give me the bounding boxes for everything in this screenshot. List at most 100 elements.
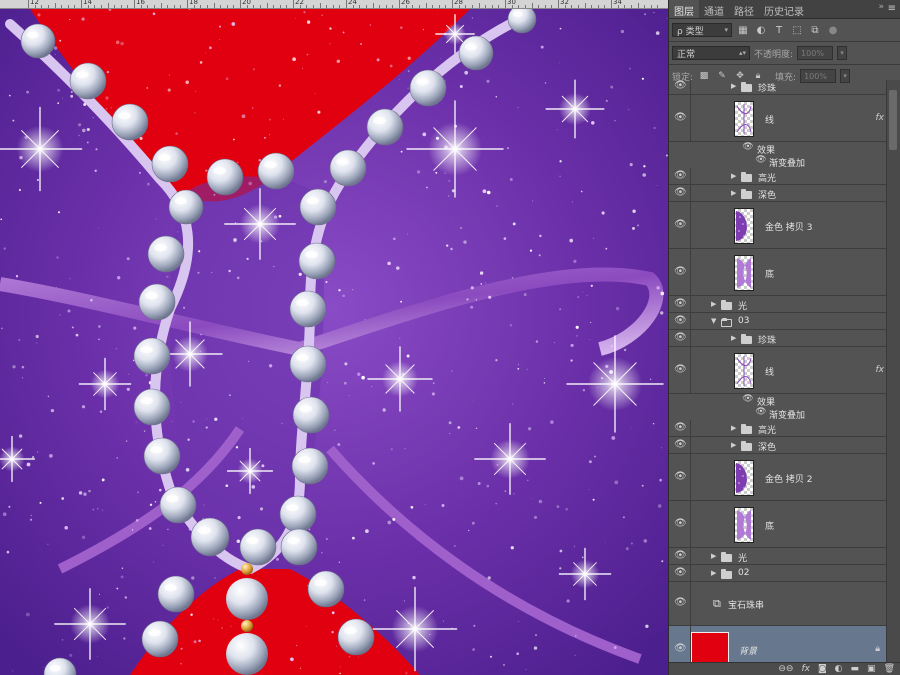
layer-row[interactable]: 👁︎ ▶ 高光 <box>669 420 888 437</box>
eye-icon[interactable]: 👁︎ <box>674 643 687 654</box>
link-icon[interactable]: ⊖⊖ <box>778 664 793 674</box>
collapsed-triangle-icon[interactable]: ▶ <box>731 441 736 449</box>
double-chevron-icon[interactable]: » <box>878 2 884 12</box>
filter-toggle-icon[interactable]: ● <box>826 25 840 36</box>
eye-icon[interactable]: 👁︎ <box>674 597 687 608</box>
layer-row[interactable]: 👁︎ ▶ 高光 <box>669 168 888 185</box>
expanded-triangle-icon[interactable]: ▼ <box>711 317 716 325</box>
layer-row[interactable]: 👁︎ ▶ 珍珠 <box>669 80 888 95</box>
collapsed-triangle-icon[interactable]: ▶ <box>711 569 716 577</box>
layer-row[interactable]: 👁︎ fx 线 <box>669 95 888 142</box>
scrollbar-thumb[interactable] <box>889 90 897 150</box>
collapsed-triangle-icon[interactable]: ▶ <box>731 172 736 180</box>
eye-icon[interactable]: 👁︎ <box>674 187 687 198</box>
fx-icon[interactable]: fx <box>801 664 810 674</box>
tab-layers[interactable]: 图层 <box>669 0 699 18</box>
collapsed-triangle-icon[interactable]: ▶ <box>711 300 716 308</box>
eye-icon[interactable]: 👁︎ <box>674 567 687 578</box>
sparkle-dot <box>182 306 186 309</box>
layer-row[interactable]: 👁︎ ▶ 深色 <box>669 437 888 454</box>
layer-row[interactable]: 👁︎ 底 <box>669 249 888 296</box>
sparkle-dot <box>81 535 86 540</box>
layer-row[interactable]: 👁︎ 底 <box>669 501 888 548</box>
layer-row[interactable]: 👁︎ ▶ 珍珠 <box>669 330 888 347</box>
pearl-highlight <box>373 117 386 125</box>
layer-row[interactable]: 👁︎ 渐变叠加 <box>669 407 888 421</box>
layer-row[interactable]: 👁︎ ⧉ 宝石珠串 <box>669 582 888 626</box>
sparkle-dot <box>543 382 546 384</box>
trash-icon[interactable]: 🗑︎ <box>884 664 895 674</box>
layer-row[interactable]: 👁︎ fx 线 <box>669 347 888 394</box>
sparkle-dot <box>110 107 112 109</box>
fx-icon[interactable]: fx <box>876 113 885 123</box>
shape-filter-icon[interactable]: ⬚ <box>790 25 804 36</box>
adjustment-filter-icon[interactable]: ◐ <box>754 25 768 36</box>
collapsed-triangle-icon[interactable]: ▶ <box>731 334 736 342</box>
layer-row[interactable]: 👁︎ 效果 <box>669 142 888 156</box>
layer-row[interactable]: 👁︎ 金色 拷贝 3 <box>669 202 888 249</box>
layer-thumbnail[interactable] <box>734 506 754 543</box>
sparkle-dot <box>120 575 124 579</box>
collapsed-triangle-icon[interactable]: ▶ <box>731 189 736 197</box>
new-layer-icon[interactable]: ▣ <box>867 664 876 674</box>
fx-icon[interactable]: fx <box>876 365 885 375</box>
layer-row[interactable]: 👁︎ ▼ 03 <box>669 313 888 330</box>
eye-icon[interactable]: 👁︎ <box>674 422 687 433</box>
tab-channels[interactable]: 通道 <box>699 0 729 18</box>
image-filter-icon[interactable]: ▦ <box>736 25 750 36</box>
eye-icon[interactable]: 👁︎ <box>674 518 687 529</box>
layer-row[interactable]: 👁︎ ▶ 02 <box>669 565 888 582</box>
opacity-slider-toggle[interactable]: ▾ <box>837 46 848 60</box>
collapsed-triangle-icon[interactable]: ▶ <box>711 552 716 560</box>
eye-icon[interactable]: 👁︎ <box>674 439 687 450</box>
panel-menu-icon[interactable]: ≡ <box>888 3 896 14</box>
layer-thumbnail[interactable] <box>734 459 754 496</box>
layer-row[interactable]: 👁︎ ▶ 深色 <box>669 185 888 202</box>
sparkle-dot <box>26 462 31 467</box>
adjustment-icon[interactable]: ◐ <box>835 664 843 674</box>
new-group-icon[interactable]: ▬ <box>851 664 860 674</box>
layer-thumbnail[interactable] <box>734 100 754 137</box>
layer-row[interactable]: 👁︎ ▶ 光 <box>669 296 888 313</box>
blend-mode-dropdown[interactable]: 正常 ▴▾ <box>672 46 750 60</box>
eye-icon[interactable]: 👁︎ <box>674 332 687 343</box>
document-canvas[interactable] <box>0 9 668 675</box>
collapsed-triangle-icon[interactable]: ▶ <box>731 82 736 90</box>
smart-filter-icon[interactable]: ⧉ <box>808 25 822 36</box>
type-filter-icon[interactable]: T <box>772 25 786 36</box>
eye-icon[interactable]: 👁︎ <box>674 298 687 309</box>
layer-row[interactable]: 👁︎ 渐变叠加 <box>669 155 888 169</box>
filter-type-dropdown[interactable]: ρ 类型 ▾ <box>672 23 732 37</box>
mask-icon[interactable]: ◙ <box>818 664 827 674</box>
eye-icon[interactable]: 👁︎ <box>674 80 687 91</box>
layer-row[interactable]: 👁︎ 效果 <box>669 394 888 408</box>
eye-icon[interactable]: 👁︎ <box>742 142 754 152</box>
layer-row[interactable]: 👁︎ 金色 拷贝 2 <box>669 454 888 501</box>
eye-icon[interactable]: 👁︎ <box>755 155 767 165</box>
eye-icon[interactable]: 👁︎ <box>674 315 687 326</box>
eye-icon[interactable]: 👁︎ <box>674 364 687 375</box>
layer-list-scrollbar[interactable] <box>886 80 900 662</box>
layer-thumbnail[interactable] <box>691 631 729 662</box>
layer-thumbnail[interactable] <box>734 254 754 291</box>
layer-thumbnail[interactable] <box>734 207 754 244</box>
layer-thumbnail[interactable] <box>734 352 754 389</box>
collapsed-triangle-icon[interactable]: ▶ <box>731 424 736 432</box>
eye-icon[interactable]: 👁︎ <box>674 266 687 277</box>
sparkle-dot <box>88 489 91 493</box>
eye-icon[interactable]: 👁︎ <box>755 407 767 417</box>
eye-icon[interactable]: 👁︎ <box>674 112 687 123</box>
eye-icon[interactable]: 👁︎ <box>674 219 687 230</box>
eye-icon[interactable]: 👁︎ <box>674 170 687 181</box>
eye-icon[interactable]: 👁︎ <box>742 394 754 404</box>
sparkle-dot <box>231 22 236 26</box>
tab-paths[interactable]: 路径 <box>729 0 759 18</box>
eye-icon[interactable]: 👁︎ <box>674 471 687 482</box>
sparkle-dot <box>531 498 533 500</box>
sparkle-dot <box>448 179 451 182</box>
layer-row[interactable]: 👁︎ 🔒︎ 背景 <box>669 626 888 662</box>
opacity-field[interactable]: 100% <box>797 46 834 60</box>
tab-history[interactable]: 历史记录 <box>759 0 809 18</box>
eye-icon[interactable]: 👁︎ <box>674 550 687 561</box>
layer-row[interactable]: 👁︎ ▶ 光 <box>669 548 888 565</box>
